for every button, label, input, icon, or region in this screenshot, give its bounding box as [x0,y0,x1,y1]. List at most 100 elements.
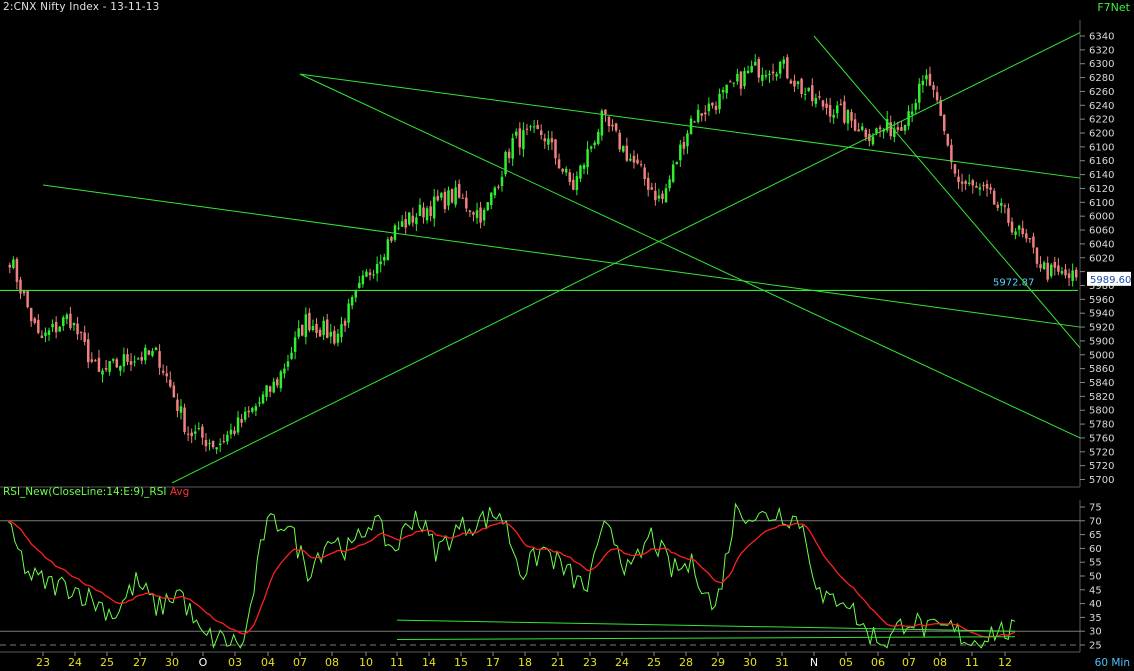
candle-body [272,381,275,393]
date-label: N [810,656,818,669]
date-label: 30 [743,656,757,669]
price-tick-label: 5780 [1089,420,1114,431]
candle-body [682,142,686,149]
candle-body [839,103,843,105]
price-tick-label: 5960 [1089,295,1114,306]
candle-body [361,275,365,285]
candle-body [803,94,807,96]
candle-body [800,78,803,94]
date-label: 12 [998,656,1012,669]
candle-body [290,352,293,359]
candle-body [1032,236,1035,248]
candle-body [967,182,971,184]
candle-body [12,259,15,268]
candle-body [1046,262,1049,280]
candle-body [347,303,350,323]
candle-body [94,360,97,362]
candle-body [707,103,711,112]
candle-body [58,326,61,332]
date-label: 29 [711,656,725,669]
candle-body [1060,271,1064,274]
price-trendline [171,32,1081,484]
candle-body [365,271,368,277]
candle-body [443,191,447,209]
candle-body [340,324,343,338]
candle-body [896,127,900,130]
candle-body [76,323,79,335]
candle-body [1000,202,1003,206]
candle-body [789,80,793,84]
candle-body [33,318,36,323]
rsi-tick-label: 25 [1089,641,1102,652]
candle-body [657,195,661,199]
candle-body [843,101,846,123]
candle-body [486,202,489,211]
rsi-tick-label: 70 [1089,516,1102,527]
rsi-legend-main: RSI_New(CloseLine:14:E:9)_RSI [3,486,167,498]
candle-body [504,151,507,175]
candle-body [568,172,571,182]
candle-body [126,354,129,362]
price-tick-label: 6020 [1089,253,1114,264]
candle-body [83,332,86,342]
price-tick-label: 6160 [1089,156,1114,167]
price-tick-label: 5720 [1089,461,1114,472]
candle-body [1053,262,1057,268]
candle-body [921,80,925,86]
price-tick-label: 5860 [1089,364,1114,375]
date-label: 08 [325,656,339,669]
candle-body [408,212,411,225]
candle-body [1017,225,1021,230]
price-tick-label: 6200 [1089,129,1114,140]
candle-body [1039,264,1042,269]
candle-body [764,75,768,77]
candle-body [650,187,654,190]
candle-body [390,236,393,241]
candle-body [283,368,286,374]
candle-body [597,132,600,144]
candle-body [15,258,19,282]
candle-body [846,110,850,124]
date-label: 28 [679,656,693,669]
nifty-chart[interactable]: 6340 6320 6300 6280 6260 6240 6220 6200 6100 6160… [0,0,1134,671]
candle-body [782,59,785,64]
candle-body [814,97,818,104]
candle-body [935,92,939,101]
date-label: 15 [454,656,468,669]
candle-body [811,85,814,102]
candle-body [447,190,450,206]
candle-body [183,407,186,432]
candle-body [450,189,454,203]
candle-body [72,322,76,326]
candle-body [258,402,261,404]
candle-body [301,324,304,336]
candle-body [646,178,650,190]
price-tick-label: 6000 [1089,212,1114,223]
candle-body [218,443,222,446]
candle-body [422,207,425,218]
candle-body [429,206,432,217]
candle-body [529,126,532,128]
candle-body [768,73,771,76]
candle-body [472,212,475,215]
candle-body [90,359,94,362]
brand-label: F7Net [1097,1,1130,14]
candle-body [79,332,83,334]
candle-body [22,290,26,294]
candle-body [304,314,308,337]
date-label: 08 [933,656,947,669]
candle-body [268,386,272,392]
candle-body [479,207,482,223]
candle-body [629,158,632,161]
candle-body [165,373,168,377]
candle-body [194,431,197,434]
date-label: O [199,656,208,669]
candle-body [589,146,593,149]
candle-body [254,406,258,411]
candle-body [796,81,800,85]
candle-body [400,221,404,227]
candle-body [386,239,390,261]
candle-body [404,219,407,228]
candle-body [482,209,486,221]
candle-body [229,429,233,435]
